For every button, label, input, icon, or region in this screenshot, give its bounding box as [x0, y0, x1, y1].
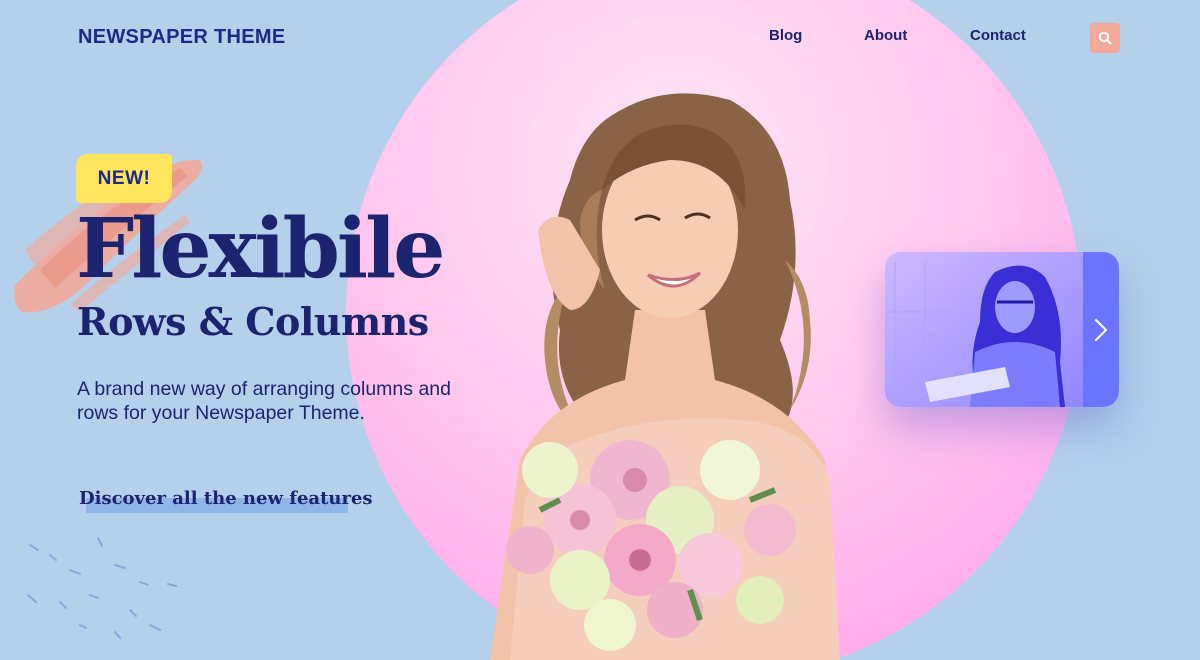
discover-features-link[interactable]: Discover all the new features — [79, 488, 373, 509]
featured-slide-card[interactable] — [885, 252, 1119, 407]
hero-subheadline: Rows & Columns — [77, 299, 429, 344]
site-logo[interactable]: NEWSPAPER THEME — [78, 26, 285, 49]
search-icon — [1098, 31, 1112, 45]
decorative-dashes — [27, 537, 177, 639]
hero-description: A brand new way of arranging columns and… — [77, 378, 451, 424]
nav-item-blog[interactable]: Blog — [769, 27, 802, 44]
slide-image — [885, 252, 1085, 407]
slider-next-button[interactable] — [1083, 252, 1119, 407]
hero-stage: NEWSPAPER THEME Blog About Contact NEW! … — [0, 0, 1200, 660]
hero-model-image — [490, 93, 840, 660]
nav-item-contact[interactable]: Contact — [970, 27, 1026, 44]
search-button[interactable] — [1090, 23, 1120, 53]
chevron-right-icon — [1095, 318, 1108, 341]
hero-headline: Flexibile — [76, 201, 445, 297]
new-badge: NEW! — [76, 154, 172, 203]
nav-item-about[interactable]: About — [864, 27, 907, 44]
